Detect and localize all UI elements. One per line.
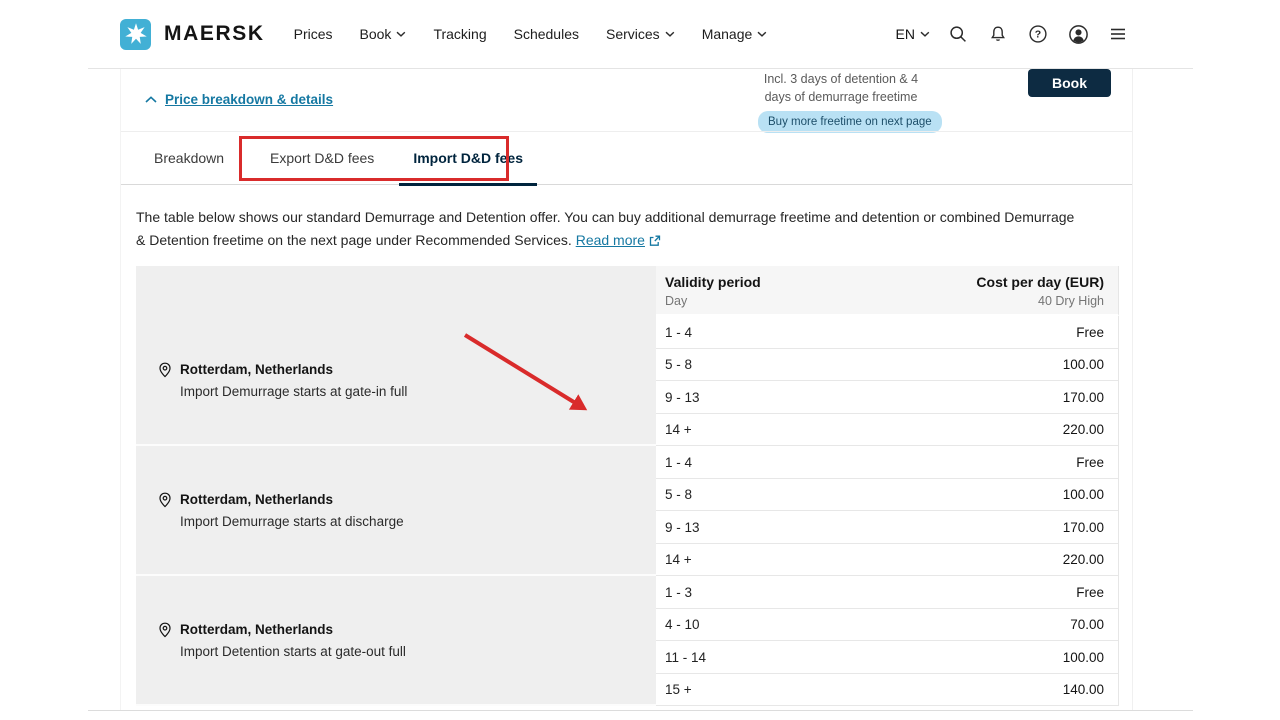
fee-row: 1 - 4Free: [656, 316, 1119, 349]
nav-item-schedules[interactable]: Schedules: [514, 26, 579, 42]
chevron-down-icon: [665, 31, 675, 37]
top-navigation: MAERSK Prices Book Tracking Schedules Se…: [0, 0, 1280, 68]
freetime-note-line2: days of demurrage freetime: [758, 88, 924, 106]
fee-group-demurrage-gate-in: Rotterdam, Netherlands Import Demurrage …: [136, 316, 1119, 446]
cost-header: Cost per day (EUR) 40 Dry High: [976, 274, 1104, 308]
location-name: Rotterdam, Netherlands: [180, 622, 406, 637]
location-pin-icon: [157, 362, 173, 399]
main-menu: Prices Book Tracking Schedules Services …: [294, 26, 768, 42]
charge-description: Import Demurrage starts at discharge: [180, 514, 404, 529]
search-icon[interactable]: [946, 22, 970, 46]
freetime-badge: Buy more freetime on next page: [758, 111, 942, 133]
fee-row: 1 - 4Free: [656, 446, 1119, 479]
fee-group-detention-gate-out: Rotterdam, Netherlands Import Detention …: [136, 576, 1119, 706]
header-columns: Validity period Day Cost per day (EUR) 4…: [656, 266, 1119, 316]
nav-item-book[interactable]: Book: [360, 26, 407, 42]
location-name: Rotterdam, Netherlands: [180, 362, 407, 377]
fee-rows: 1 - 4Free 5 - 8100.00 9 - 13170.00 14 +2…: [656, 446, 1119, 576]
help-icon[interactable]: ?: [1026, 22, 1050, 46]
tab-import-dd-fees[interactable]: Import D&D fees: [399, 132, 537, 184]
external-link-icon: [648, 231, 661, 254]
fee-group-location: Rotterdam, Netherlands Import Detention …: [136, 576, 656, 706]
notifications-bell-icon[interactable]: [986, 22, 1010, 46]
table-description: The table below shows our standard Demur…: [136, 206, 1084, 254]
book-button[interactable]: Book: [1028, 69, 1111, 97]
freetime-note-line1: Incl. 3 days of detention & 4: [758, 70, 924, 88]
validity-header: Validity period Day: [665, 274, 761, 308]
header-left-spacer: [136, 266, 656, 316]
location-pin-icon: [157, 492, 173, 529]
fee-group-location: Rotterdam, Netherlands Import Demurrage …: [136, 316, 656, 446]
fee-row: 14 +220.00: [656, 544, 1119, 577]
maersk-logo[interactable]: MAERSK: [120, 19, 265, 50]
topbar-utilities: EN ?: [896, 22, 1130, 46]
price-breakdown-label: Price breakdown & details: [165, 92, 333, 107]
location-name: Rotterdam, Netherlands: [180, 492, 404, 507]
fee-row: 4 - 1070.00: [656, 609, 1119, 642]
chevron-down-icon: [920, 31, 930, 37]
fee-group-location: Rotterdam, Netherlands Import Demurrage …: [136, 446, 656, 576]
location-pin-icon: [157, 622, 173, 659]
fee-table-header: Validity period Day Cost per day (EUR) 4…: [136, 266, 1119, 316]
charge-description: Import Detention starts at gate-out full: [180, 644, 406, 659]
tab-export-dd-fees[interactable]: Export D&D fees: [256, 132, 388, 184]
freetime-note: Incl. 3 days of detention & 4 days of de…: [758, 70, 924, 133]
language-selector[interactable]: EN: [896, 26, 930, 42]
fee-row: 11 - 14100.00: [656, 641, 1119, 674]
nav-item-services[interactable]: Services: [606, 26, 675, 42]
maersk-booking-page: MAERSK Prices Book Tracking Schedules Se…: [0, 0, 1280, 720]
tab-breakdown[interactable]: Breakdown: [140, 132, 238, 184]
chevron-down-icon: [757, 31, 767, 37]
nav-item-tracking[interactable]: Tracking: [433, 26, 486, 42]
fee-row: 14 +220.00: [656, 414, 1119, 447]
charge-description: Import Demurrage starts at gate-in full: [180, 384, 407, 399]
bottom-divider: [88, 710, 1193, 711]
chevron-up-icon: [145, 96, 157, 103]
fee-row: 15 +140.00: [656, 674, 1119, 707]
price-summary-row: Price breakdown & details Incl. 3 days o…: [121, 69, 1132, 131]
nav-item-prices[interactable]: Prices: [294, 26, 333, 42]
price-details-card: Price breakdown & details Incl. 3 days o…: [120, 69, 1133, 710]
maersk-star-icon: [120, 19, 151, 50]
fee-rows: 1 - 3Free 4 - 1070.00 11 - 14100.00 15 +…: [656, 576, 1119, 706]
brand-name: MAERSK: [164, 22, 265, 46]
account-icon[interactable]: [1066, 22, 1090, 46]
nav-item-manage[interactable]: Manage: [702, 26, 768, 42]
svg-text:?: ?: [1035, 29, 1041, 41]
chevron-down-icon: [396, 31, 406, 37]
fee-tabs: Breakdown Export D&D fees Import D&D fee…: [121, 131, 1132, 185]
dd-fee-table: Validity period Day Cost per day (EUR) 4…: [136, 266, 1119, 706]
fee-row: 9 - 13170.00: [656, 511, 1119, 544]
fee-row: 5 - 8100.00: [656, 349, 1119, 382]
fee-group-demurrage-discharge: Rotterdam, Netherlands Import Demurrage …: [136, 446, 1119, 576]
fee-row: 1 - 3Free: [656, 576, 1119, 609]
read-more-link[interactable]: Read more: [576, 232, 661, 248]
fee-rows: 1 - 4Free 5 - 8100.00 9 - 13170.00 14 +2…: [656, 316, 1119, 446]
fee-row: 9 - 13170.00: [656, 381, 1119, 414]
menu-icon[interactable]: [1106, 22, 1130, 46]
fee-row: 5 - 8100.00: [656, 479, 1119, 512]
price-breakdown-toggle[interactable]: Price breakdown & details: [145, 92, 333, 107]
